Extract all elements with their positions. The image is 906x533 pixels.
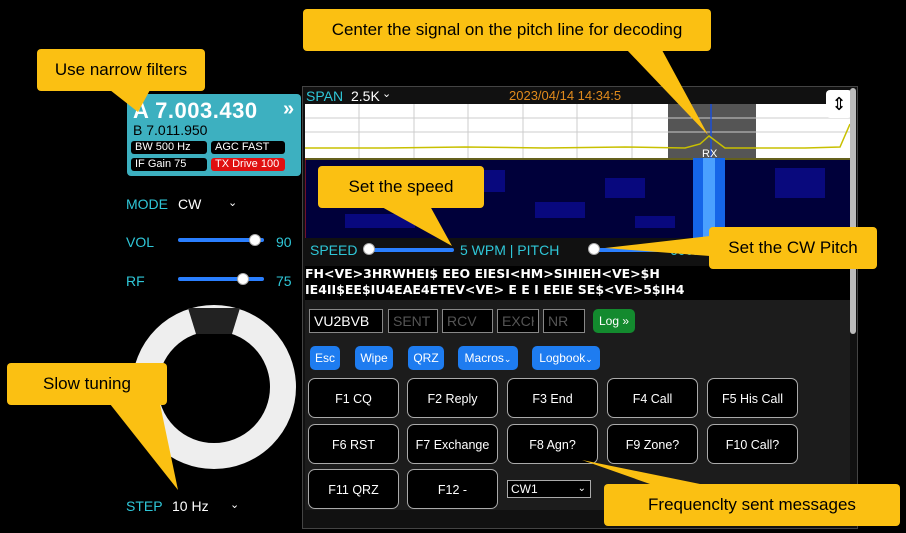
callout-sent-messages: Frequenclty sent messages xyxy=(604,484,900,526)
callout-narrow-filters: Use narrow filters xyxy=(37,49,205,91)
callout-center-signal: Center the signal on the pitch line for … xyxy=(303,9,711,51)
callout-slow-tuning: Slow tuning xyxy=(7,363,167,405)
callout-set-speed: Set the speed xyxy=(318,166,484,208)
callout-cw-pitch: Set the CW Pitch xyxy=(709,227,877,269)
